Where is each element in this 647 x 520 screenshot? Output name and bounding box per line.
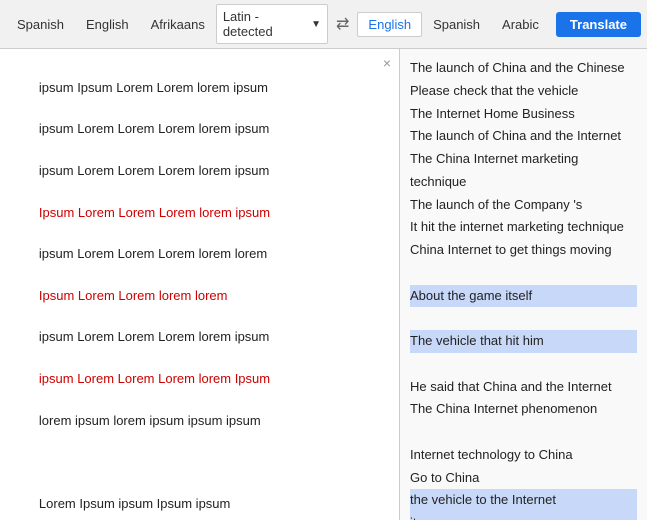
tr-line-5: The China Internet marketing technique — [410, 151, 578, 189]
tr-line-10: The China Internet phenomenon — [410, 401, 597, 416]
tab-english-source[interactable]: English — [75, 12, 140, 37]
line-2: ipsum Lorem Lorem Lorem lorem ipsum — [39, 121, 269, 136]
app-container: Spanish English Afrikaans Latin - detect… — [0, 0, 647, 520]
tr-line-vehicle-to-internet: the vehicle to the Internet — [410, 489, 637, 512]
line-8: ipsum Lorem Lorem Lorem lorem Ipsum — [39, 371, 270, 386]
tr-line-11: Internet technology to China — [410, 447, 573, 462]
latin-detected-label: Latin - detected — [223, 9, 307, 39]
line-10: Lorem Ipsum ipsum Ipsum ipsum — [39, 496, 230, 511]
tab-afrikaans-source[interactable]: Afrikaans — [140, 12, 216, 37]
translated-text: The launch of China and the Chinese Plea… — [410, 57, 637, 520]
tr-line-6: The launch of the Company 's — [410, 197, 582, 212]
tr-line-9: He said that China and the Internet — [410, 379, 612, 394]
tr-line-2: Please check that the vehicle — [410, 83, 578, 98]
line-6: Ipsum Lorem Lorem lorem lorem — [39, 288, 228, 303]
source-lang-tabs: Spanish English Afrikaans Latin - detect… — [6, 4, 328, 44]
tab-english-target[interactable]: English — [357, 12, 422, 37]
line-3: ipsum Lorem Lorem Lorem lorem ipsum — [39, 163, 269, 178]
source-text[interactable]: ipsum Ipsum Lorem Lorem lorem ipsum ipsu… — [10, 57, 389, 520]
main-panels: × ipsum Ipsum Lorem Lorem lorem ipsum ip… — [0, 49, 647, 520]
line-7: ipsum Lorem Lorem Lorem lorem ipsum — [39, 329, 269, 344]
tr-line-8: China Internet to get things moving — [410, 242, 612, 257]
line-1: ipsum Ipsum Lorem Lorem lorem ipsum — [39, 80, 268, 95]
tr-line-7: It hit the internet marketing technique — [410, 219, 624, 234]
swap-languages-button[interactable]: ⇄ — [328, 10, 357, 38]
tab-spanish-source[interactable]: Spanish — [6, 12, 75, 37]
tr-line-1: The launch of China and the Chinese — [410, 60, 625, 75]
tr-line-3: The Internet Home Business — [410, 106, 575, 121]
tr-line-4: The launch of China and the Internet — [410, 128, 621, 143]
toolbar: Spanish English Afrikaans Latin - detect… — [0, 0, 647, 49]
source-text-panel[interactable]: × ipsum Ipsum Lorem Lorem lorem ipsum ip… — [0, 49, 400, 520]
target-lang-tabs: English Spanish Arabic — [357, 12, 549, 37]
translate-button[interactable]: Translate — [556, 12, 641, 37]
tr-line-about: About the game itself — [410, 285, 637, 308]
tab-spanish-target[interactable]: Spanish — [422, 12, 491, 37]
line-4: Ipsum Lorem Lorem Lorem lorem ipsum — [39, 205, 270, 220]
chevron-down-icon: ▼ — [311, 19, 321, 30]
line-9: lorem ipsum lorem ipsum ipsum ipsum — [39, 413, 261, 428]
tab-latin-detected[interactable]: Latin - detected ▼ — [216, 4, 328, 44]
tr-line-it: it — [410, 512, 637, 520]
tab-arabic-target[interactable]: Arabic — [491, 12, 550, 37]
tr-line-12: Go to China — [410, 470, 479, 485]
tr-line-vehicle: The vehicle that hit him — [410, 330, 637, 353]
translation-text-panel: The launch of China and the Chinese Plea… — [400, 49, 647, 520]
line-5: ipsum Lorem Lorem Lorem lorem lorem — [39, 246, 267, 261]
clear-input-button[interactable]: × — [383, 55, 391, 71]
